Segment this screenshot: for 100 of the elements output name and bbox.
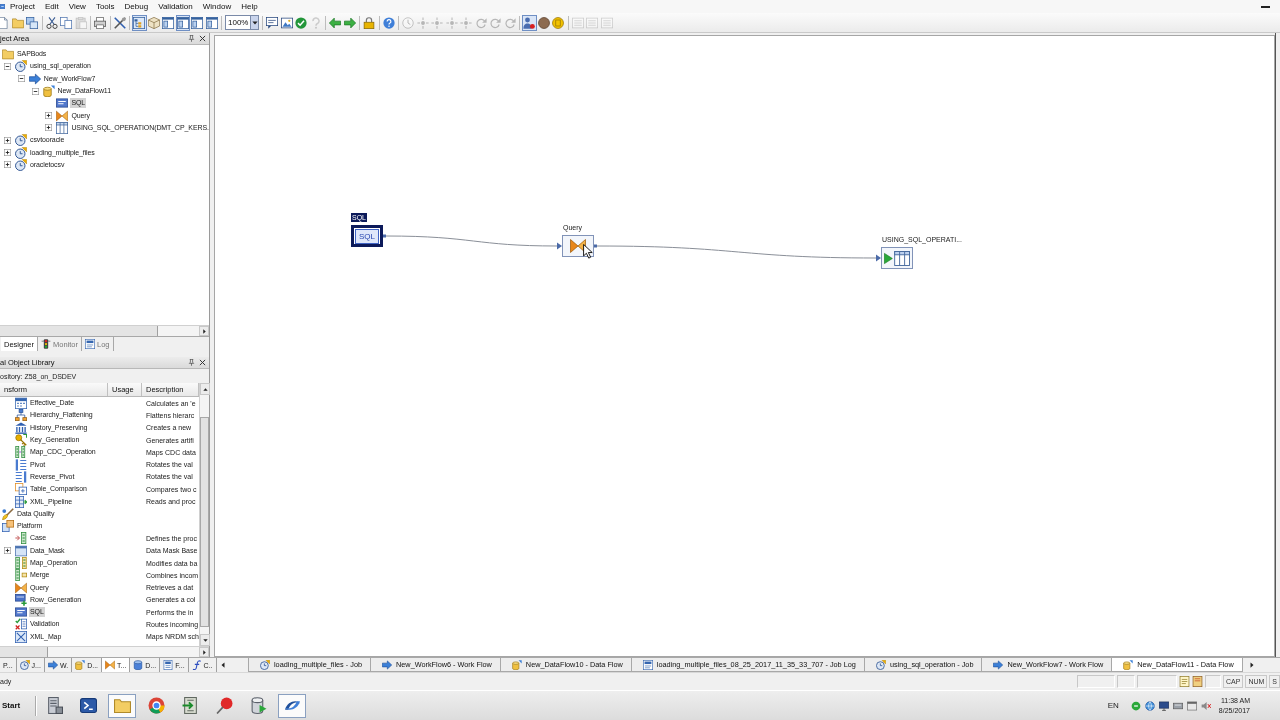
scrollbar-thumb[interactable] bbox=[0, 326, 158, 336]
clock-icon bbox=[402, 16, 415, 29]
cylinder-icon bbox=[511, 659, 522, 670]
toolbar-button[interactable] bbox=[204, 14, 219, 31]
checklist-icon bbox=[15, 618, 27, 631]
plus-box-icon[interactable] bbox=[4, 547, 11, 555]
minus-box-icon[interactable] bbox=[17, 75, 25, 83]
panel-icon bbox=[205, 16, 218, 29]
language-indicator[interactable]: EN bbox=[1107, 701, 1119, 710]
menu-item[interactable]: Project bbox=[5, 0, 40, 13]
function-icon bbox=[191, 660, 202, 670]
menu-item[interactable]: Help bbox=[236, 0, 263, 13]
scroll-right-button[interactable] bbox=[199, 326, 209, 336]
log-icon bbox=[85, 339, 96, 349]
horizontal-scrollbar[interactable] bbox=[0, 646, 209, 657]
toolbar-button[interactable] bbox=[190, 14, 205, 31]
flow-arrow-icon bbox=[993, 659, 1004, 670]
plus-box-icon[interactable] bbox=[45, 112, 53, 120]
transform-node[interactable]: SQL bbox=[351, 225, 383, 247]
refresh-icon bbox=[489, 16, 502, 29]
cylinder-icon bbox=[75, 660, 86, 670]
start-button[interactable]: Start bbox=[0, 694, 23, 717]
menu-item[interactable]: View bbox=[63, 0, 91, 13]
log-icon bbox=[642, 659, 653, 670]
bowtie-icon bbox=[568, 238, 588, 254]
list-icon bbox=[571, 16, 584, 29]
toolbar-button[interactable] bbox=[112, 14, 127, 31]
minus-box-icon[interactable] bbox=[31, 87, 39, 95]
image-icon bbox=[280, 16, 293, 29]
plus-box-icon[interactable] bbox=[4, 161, 11, 169]
window-icon bbox=[15, 544, 27, 557]
menu-item[interactable]: Debug bbox=[119, 0, 154, 13]
minus-box-icon[interactable] bbox=[4, 62, 11, 70]
bars-icon bbox=[15, 458, 27, 471]
toolbar-button[interactable] bbox=[161, 14, 176, 31]
toolbar-button[interactable] bbox=[93, 14, 108, 31]
pushpin-icon bbox=[215, 697, 233, 714]
vertical-scrollbar[interactable] bbox=[199, 383, 209, 646]
stack-icon bbox=[2, 520, 14, 533]
tools-icon bbox=[113, 16, 126, 29]
scroll-up-button[interactable] bbox=[200, 383, 210, 395]
note-icon bbox=[1178, 676, 1190, 687]
taskbar-app[interactable] bbox=[278, 693, 307, 718]
close-button[interactable] bbox=[199, 358, 206, 367]
step-icon bbox=[445, 16, 458, 29]
pin-button[interactable] bbox=[188, 34, 195, 43]
caret-down-icon bbox=[251, 19, 258, 26]
toolbar-button[interactable] bbox=[265, 14, 280, 31]
menu-item[interactable]: Window bbox=[197, 0, 237, 13]
toolbar-button[interactable] bbox=[132, 14, 147, 31]
columns-icon bbox=[15, 557, 27, 569]
toolbar-button[interactable] bbox=[522, 14, 537, 31]
tree-panel-icon bbox=[133, 16, 146, 29]
server-icon bbox=[45, 697, 63, 714]
plus-box-icon[interactable] bbox=[4, 149, 11, 156]
table-plus-icon bbox=[15, 593, 27, 606]
cylinder-icon bbox=[42, 85, 55, 98]
scroll-down-button[interactable] bbox=[200, 634, 210, 646]
transform-node[interactable] bbox=[881, 247, 913, 269]
speaker-muted-icon bbox=[1200, 700, 1211, 711]
merge-icon bbox=[15, 569, 27, 582]
toolbar-button[interactable] bbox=[279, 14, 294, 31]
close-button[interactable] bbox=[199, 34, 206, 43]
toolbar-button[interactable] bbox=[294, 14, 309, 31]
key-icon bbox=[15, 434, 27, 447]
toolbar-button[interactable] bbox=[44, 14, 59, 31]
pin-button[interactable] bbox=[188, 358, 195, 367]
toolbar-button[interactable] bbox=[25, 14, 40, 31]
notebook-icon bbox=[1191, 676, 1203, 687]
arrow-left-icon bbox=[329, 16, 342, 29]
list-icon bbox=[600, 16, 613, 29]
table-icon bbox=[56, 121, 69, 134]
globe-icon bbox=[1144, 700, 1155, 711]
toolbar-button[interactable] bbox=[59, 14, 74, 31]
menu-item[interactable]: Tools bbox=[90, 0, 120, 13]
toolbar-button[interactable] bbox=[362, 14, 377, 31]
toolbar-button[interactable] bbox=[536, 14, 551, 31]
transform-node[interactable] bbox=[562, 235, 594, 257]
check-icon bbox=[295, 16, 308, 29]
menu-item[interactable]: Edit bbox=[39, 0, 64, 13]
horizontal-scrollbar[interactable] bbox=[0, 325, 209, 336]
scrollbar-thumb[interactable] bbox=[0, 647, 48, 657]
play-table-icon bbox=[884, 250, 910, 266]
zoom-combo[interactable]: 100% bbox=[225, 15, 259, 30]
toolbar-button[interactable] bbox=[146, 14, 161, 31]
minimize-button[interactable] bbox=[1261, 5, 1270, 8]
step-icon bbox=[460, 16, 473, 29]
toolbar-button[interactable] bbox=[381, 14, 396, 31]
menu-item[interactable]: Validation bbox=[153, 0, 198, 13]
plus-box-icon[interactable] bbox=[4, 136, 11, 144]
caret-right-icon bbox=[201, 328, 207, 334]
clipboard-icon bbox=[74, 16, 87, 29]
columns-icon bbox=[15, 446, 27, 459]
caret-right-icon bbox=[1248, 662, 1255, 668]
pin-icon bbox=[188, 35, 195, 42]
scrollbar-thumb[interactable] bbox=[200, 417, 209, 627]
toolbar-button[interactable] bbox=[175, 14, 190, 31]
scroll-right-button[interactable] bbox=[199, 647, 209, 657]
plus-box-icon[interactable] bbox=[45, 124, 53, 132]
panel-icon bbox=[162, 16, 175, 29]
